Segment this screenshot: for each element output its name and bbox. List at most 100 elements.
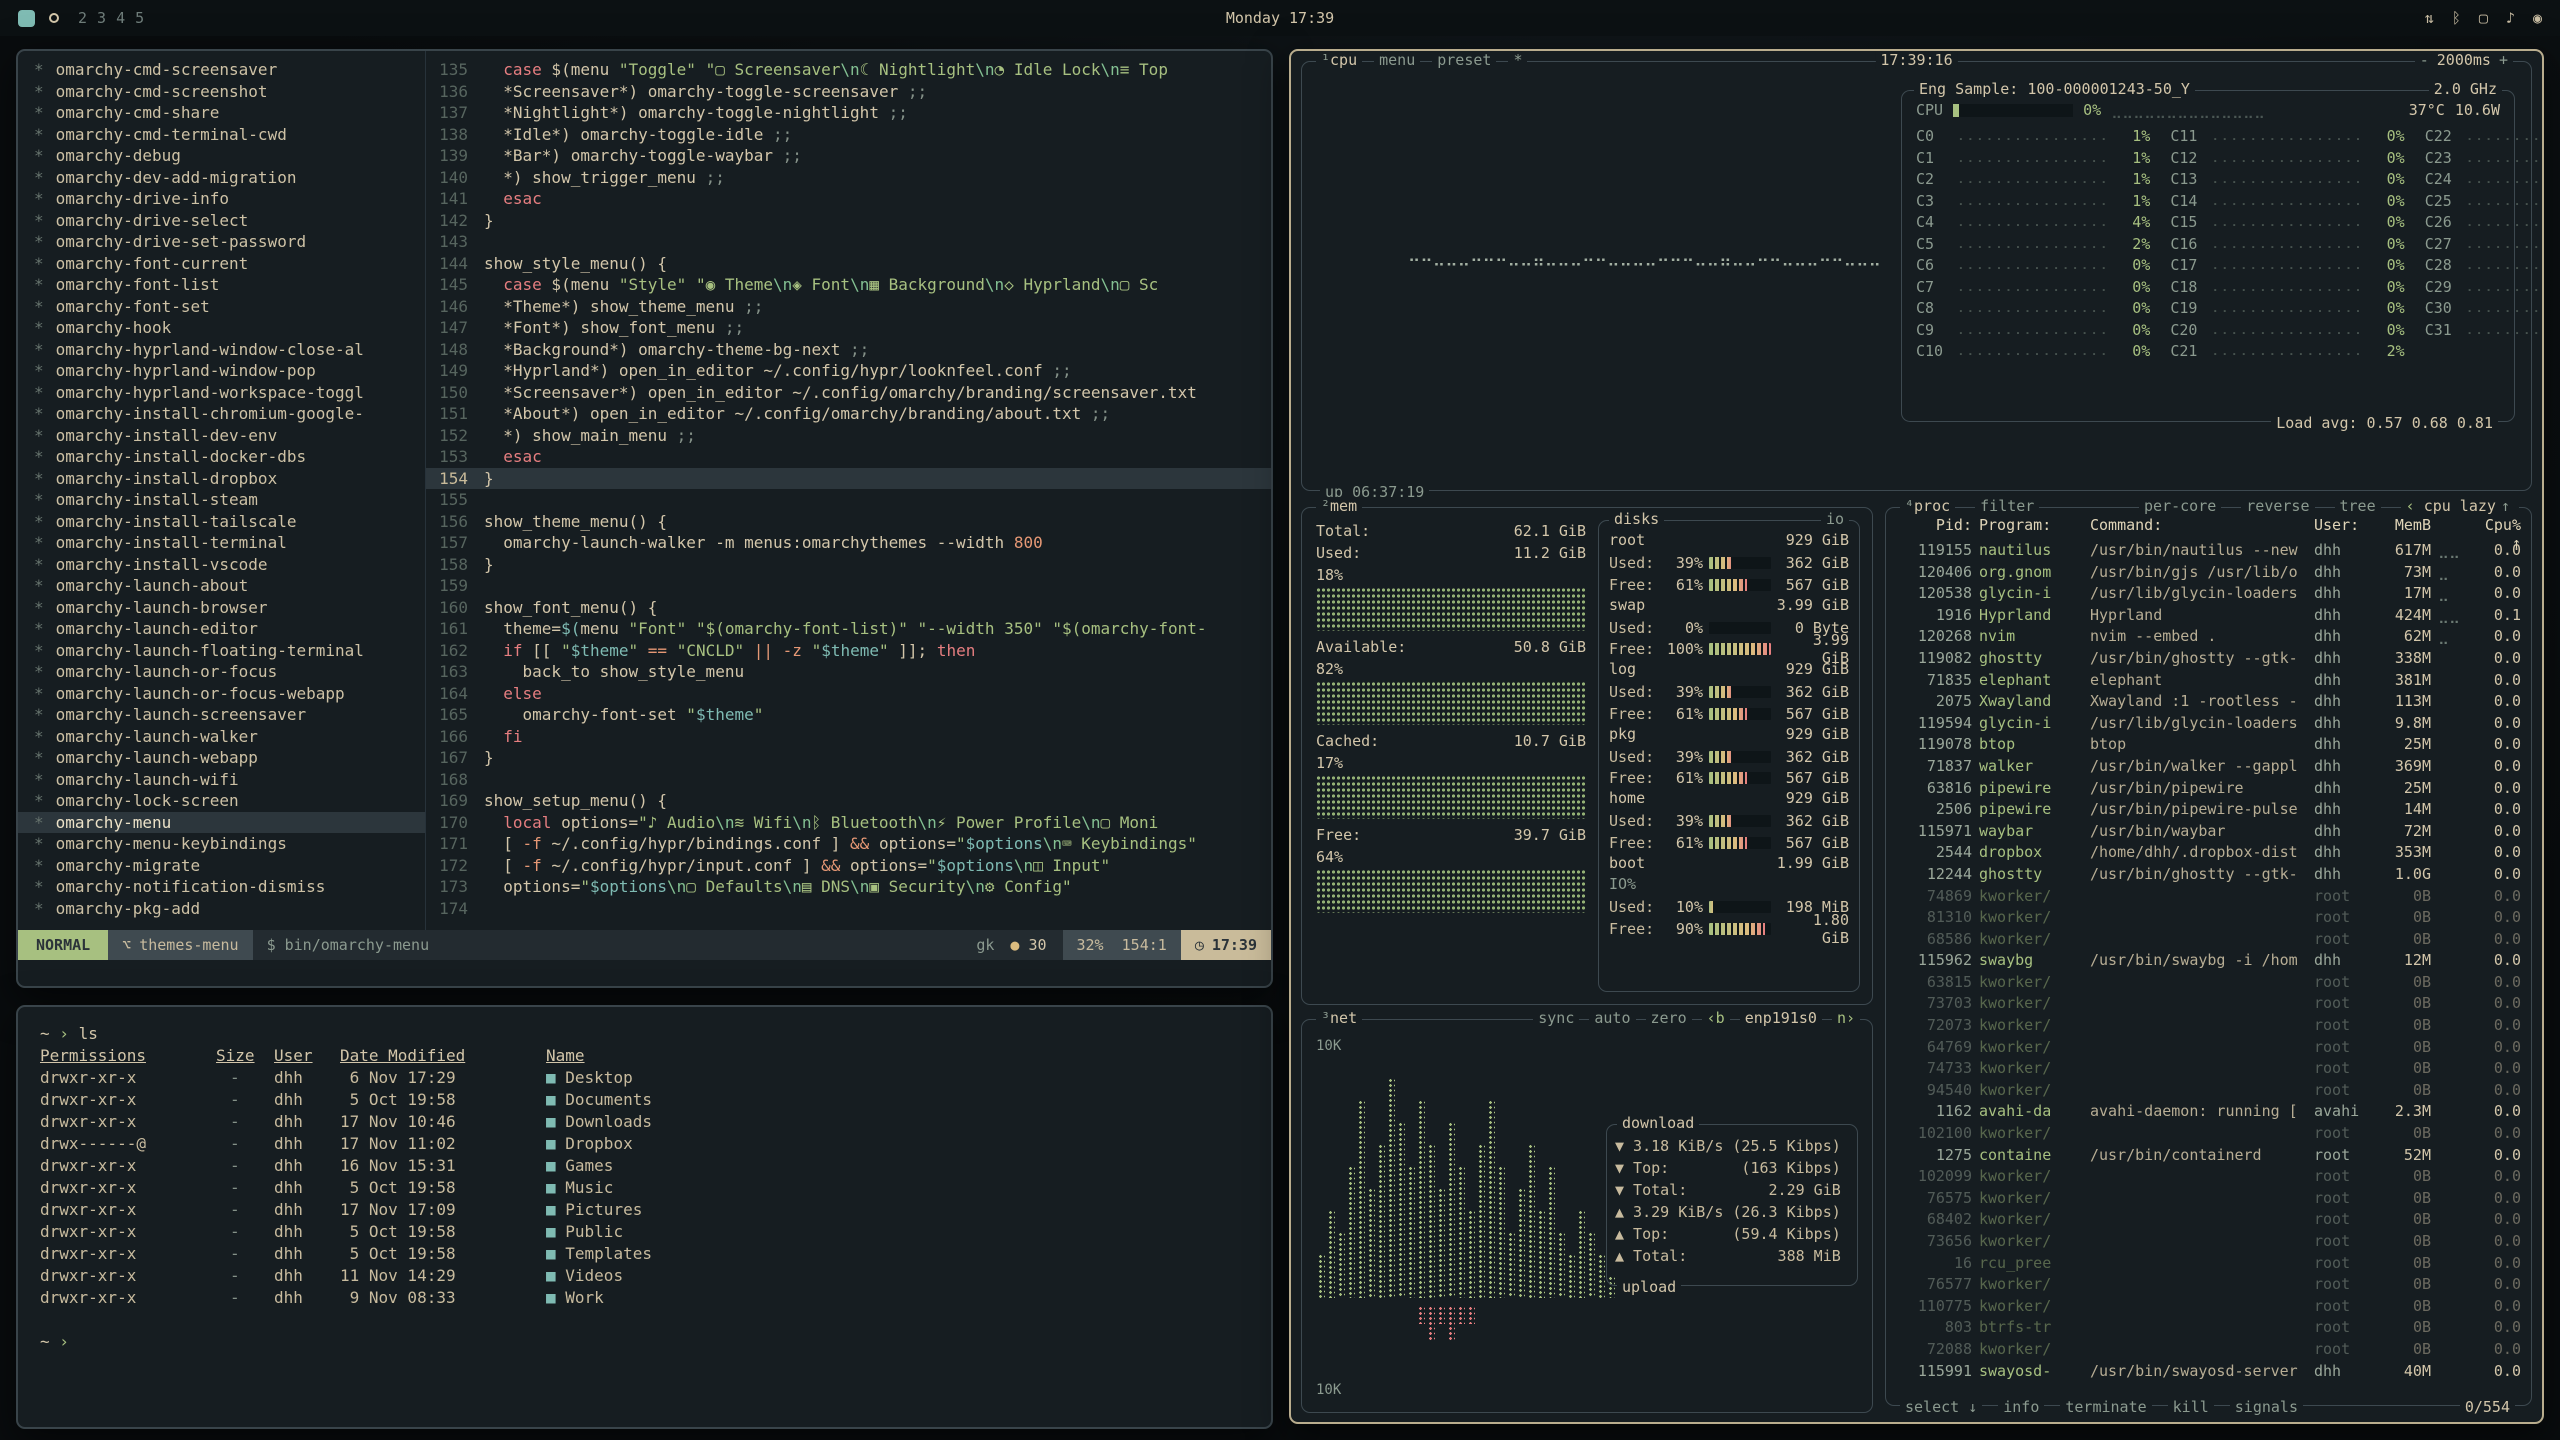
file-list-item[interactable]: *omarchy-cmd-terminal-cwd	[34, 124, 425, 146]
code-line[interactable]: 141 esac	[426, 188, 1271, 210]
process-row[interactable]: 76575kworker/root0B0.0	[1896, 1188, 2521, 1210]
code-line[interactable]: 143	[426, 231, 1271, 253]
file-list-item[interactable]: *omarchy-lock-screen	[34, 790, 425, 812]
code-line[interactable]: 159	[426, 575, 1271, 597]
per-core-button[interactable]: per-core	[2139, 497, 2221, 515]
file-list-item[interactable]: *omarchy-launch-editor	[34, 618, 425, 640]
process-row[interactable]: 16rcu_preeroot0B0.0	[1896, 1253, 2521, 1275]
file-list-item[interactable]: *omarchy-launch-or-focus	[34, 661, 425, 683]
code-line[interactable]: 164 else	[426, 683, 1271, 705]
file-list-item[interactable]: *omarchy-drive-set-password	[34, 231, 425, 253]
process-row[interactable]: 81310kworker/root0B0.0	[1896, 907, 2521, 929]
menu-button[interactable]: menu	[1374, 51, 1420, 69]
code-line[interactable]: 135 case $(menu "Toggle" "▢ Screensaver\…	[426, 59, 1271, 81]
workspace-dot-icon[interactable]	[49, 13, 59, 23]
file-list-item[interactable]: *omarchy-drive-select	[34, 210, 425, 232]
active-workspace-icon[interactable]	[18, 10, 35, 27]
process-row[interactable]: 1275containe/usr/bin/containerdroot52M0.…	[1896, 1145, 2521, 1167]
code-line[interactable]: 163 back_to show_style_menu	[426, 661, 1271, 683]
process-row[interactable]: 72088kworker/root0B0.0	[1896, 1339, 2521, 1361]
file-list-item[interactable]: *omarchy-migrate	[34, 855, 425, 877]
file-list-item[interactable]: *omarchy-launch-wifi	[34, 769, 425, 791]
process-row[interactable]: 71835elephantelephantdhh381M0.0	[1896, 670, 2521, 692]
net-auto-button[interactable]: auto	[1589, 1009, 1635, 1027]
file-list-item[interactable]: *omarchy-font-set	[34, 296, 425, 318]
code-line[interactable]: 153 esac	[426, 446, 1271, 468]
file-list-item[interactable]: *omarchy-hyprland-window-pop	[34, 360, 425, 382]
code-line[interactable]: 160show_font_menu() {	[426, 597, 1271, 619]
process-row[interactable]: 803btrfs-trroot0B0.0	[1896, 1317, 2521, 1339]
code-line[interactable]: 167}	[426, 747, 1271, 769]
code-line[interactable]: 142}	[426, 210, 1271, 232]
code-line[interactable]: 147 *Font*) show_font_menu ;;	[426, 317, 1271, 339]
file-list-item[interactable]: *omarchy-install-tailscale	[34, 511, 425, 533]
process-row[interactable]: 102099kworker/root0B0.0	[1896, 1166, 2521, 1188]
editor-window[interactable]: *omarchy-cmd-screensaver*omarchy-cmd-scr…	[16, 49, 1273, 988]
code-line[interactable]: 173 options="$options\n▢ Defaults\n▤ DNS…	[426, 876, 1271, 898]
file-list-item[interactable]: *omarchy-menu-keybindings	[34, 833, 425, 855]
process-row[interactable]: 1162avahi-daavahi-daemon: running [avahi…	[1896, 1101, 2521, 1123]
file-list-item[interactable]: *omarchy-install-dropbox	[34, 468, 425, 490]
code-line[interactable]: 152 *) show_main_menu ;;	[426, 425, 1271, 447]
code-line[interactable]: 146 *Theme*) show_theme_menu ;;	[426, 296, 1271, 318]
code-line[interactable]: 161 theme=$(menu "Font" "$(omarchy-font-…	[426, 618, 1271, 640]
file-list-item[interactable]: *omarchy-cmd-screenshot	[34, 81, 425, 103]
code-line[interactable]: 166 fi	[426, 726, 1271, 748]
file-list-item[interactable]: *omarchy-install-docker-dbs	[34, 446, 425, 468]
file-list-item[interactable]: *omarchy-install-chromium-google-	[34, 403, 425, 425]
file-list-item[interactable]: *omarchy-cmd-screensaver	[34, 59, 425, 81]
code-line[interactable]: 149 *Hyprland*) open_in_editor ~/.config…	[426, 360, 1271, 382]
code-line[interactable]: 151 *About*) open_in_editor ~/.config/om…	[426, 403, 1271, 425]
process-row[interactable]: 115971waybar/usr/bin/waybardhh72M0.0	[1896, 821, 2521, 843]
network-arrows-icon[interactable]: ⇅	[2425, 9, 2434, 27]
code-line[interactable]: 154}	[426, 468, 1271, 490]
process-row[interactable]: 72073kworker/root0B0.0	[1896, 1015, 2521, 1037]
tree-button[interactable]: tree	[2335, 497, 2381, 515]
process-row[interactable]: 1916HyprlandHyprlanddhh424M⣀⣀⣀0.1	[1896, 605, 2521, 627]
volume-icon[interactable]: ♪	[2506, 9, 2515, 27]
proc-footer-button[interactable]: kill	[2168, 1398, 2214, 1416]
process-row[interactable]: 102100kworker/root0B0.0	[1896, 1123, 2521, 1145]
file-list-item[interactable]: *omarchy-install-dev-env	[34, 425, 425, 447]
process-row[interactable]: 2544dropbox/home/dhh/.dropbox-distdhh353…	[1896, 842, 2521, 864]
process-row[interactable]: 68402kworker/root0B0.0	[1896, 1209, 2521, 1231]
process-row[interactable]: 120268nvimnvim --embed .dhh62M⣀0.0	[1896, 626, 2521, 648]
code-line[interactable]: 171 [ -f ~/.config/hypr/bindings.conf ] …	[426, 833, 1271, 855]
file-list-item[interactable]: *omarchy-install-vscode	[34, 554, 425, 576]
code-line[interactable]: 148 *Background*) omarchy-theme-bg-next …	[426, 339, 1271, 361]
code-line[interactable]: 158}	[426, 554, 1271, 576]
code-line[interactable]: 150 *Screensaver*) open_in_editor ~/.con…	[426, 382, 1271, 404]
scroll-up-indicator[interactable]: ↑	[2496, 497, 2515, 515]
process-row[interactable]: 68586kworker/root0B0.0	[1896, 929, 2521, 951]
workspace-5[interactable]: 5	[135, 9, 144, 27]
file-list-item[interactable]: *omarchy-launch-screensaver	[34, 704, 425, 726]
process-row[interactable]: 119155nautilus/usr/bin/nautilus --newdhh…	[1896, 540, 2521, 562]
code-line[interactable]: 140 *) show_trigger_menu ;;	[426, 167, 1271, 189]
interval-decrease-button[interactable]: -	[2420, 51, 2429, 69]
workspace-3[interactable]: 3	[97, 9, 106, 27]
code-line[interactable]: 145 case $(menu "Style" "◉ Theme\n◈ Font…	[426, 274, 1271, 296]
process-row[interactable]: 74869kworker/root0B0.0	[1896, 886, 2521, 908]
code-line[interactable]: 174	[426, 898, 1271, 920]
code-line[interactable]: 170 local options="♪ Audio\n≋ Wifi\nᛒ Bl…	[426, 812, 1271, 834]
interval-increase-button[interactable]: +	[2499, 51, 2508, 69]
proc-footer-button[interactable]: terminate	[2060, 1398, 2151, 1416]
btop-window[interactable]: ¹cpu menu preset * 17:39:16 - 2000ms + ⠒…	[1289, 49, 2544, 1424]
bluetooth-icon[interactable]: ᛒ	[2452, 9, 2461, 27]
code-line[interactable]: 165 omarchy-font-set "$theme"	[426, 704, 1271, 726]
file-list-item[interactable]: *omarchy-font-current	[34, 253, 425, 275]
filter-button[interactable]: filter	[1975, 497, 2039, 515]
process-row[interactable]: 2506pipewire/usr/bin/pipewire-pulsedhh14…	[1896, 799, 2521, 821]
workspace-2[interactable]: 2	[78, 9, 87, 27]
process-row[interactable]: 12244ghostty/usr/bin/ghostty --gtk-dhh1.…	[1896, 864, 2521, 886]
code-line[interactable]: 138 *Idle*) omarchy-toggle-idle ;;	[426, 124, 1271, 146]
process-row[interactable]: 119082ghostty/usr/bin/ghostty --gtk-dhh3…	[1896, 648, 2521, 670]
iface-prev-button[interactable]: ‹b	[1702, 1009, 1730, 1027]
process-row[interactable]: 120538glycin-i/usr/lib/glycin-loadersdhh…	[1896, 583, 2521, 605]
proc-footer-button[interactable]: signals	[2230, 1398, 2303, 1416]
code-line[interactable]: 144show_style_menu() {	[426, 253, 1271, 275]
file-list-item[interactable]: *omarchy-menu	[18, 812, 425, 834]
display-icon[interactable]: ▢	[2479, 9, 2488, 27]
net-zero-button[interactable]: zero	[1646, 1009, 1692, 1027]
process-row[interactable]: 63815kworker/root0B0.0	[1896, 972, 2521, 994]
